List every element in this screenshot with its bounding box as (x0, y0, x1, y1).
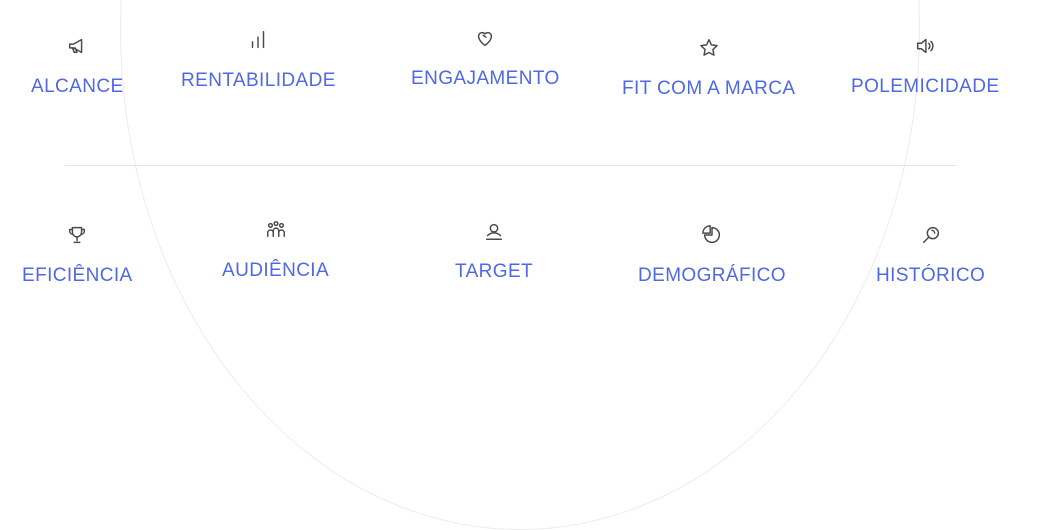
metric-label: POLEMICIDADE (851, 76, 1000, 97)
metric-label: AUDIÊNCIA (222, 260, 330, 281)
magnifier-icon (919, 223, 943, 247)
metric-engajamento[interactable]: ENGAJAMENTO (411, 26, 560, 90)
bar-chart-icon (246, 28, 270, 52)
metric-label: DEMOGRÁFICO (638, 265, 786, 286)
metric-fit-com-a-marca[interactable]: FIT COM A MARCA (622, 36, 796, 100)
metric-label: FIT COM A MARCA (622, 78, 796, 99)
metric-target[interactable]: TARGET (455, 219, 533, 283)
metric-demografico[interactable]: DEMOGRÁFICO (638, 223, 786, 287)
user-icon (482, 219, 506, 243)
metric-polemicidade[interactable]: POLEMICIDADE (851, 34, 999, 98)
people-group-icon (264, 218, 288, 242)
megaphone-icon (65, 34, 89, 58)
metric-historico[interactable]: HISTÓRICO (876, 223, 985, 287)
metric-label: ENGAJAMENTO (411, 68, 560, 89)
metric-label: EFICIÊNCIA (22, 265, 133, 286)
metric-label: HISTÓRICO (876, 265, 986, 286)
metric-alcance[interactable]: ALCANCE (31, 34, 124, 98)
metric-label: TARGET (455, 261, 534, 282)
trophy-icon (65, 223, 89, 247)
metric-rentabilidade[interactable]: RENTABILIDADE (181, 28, 336, 92)
metric-label: RENTABILIDADE (181, 70, 336, 91)
speaker-icon (913, 34, 937, 58)
pie-chart-icon (700, 223, 724, 247)
star-icon (697, 36, 721, 60)
metric-label: ALCANCE (31, 76, 124, 97)
heart-icon (473, 26, 497, 50)
divider (65, 165, 957, 166)
metric-audiencia[interactable]: AUDIÊNCIA (222, 218, 329, 282)
metric-eficiencia[interactable]: EFICIÊNCIA (22, 223, 133, 287)
